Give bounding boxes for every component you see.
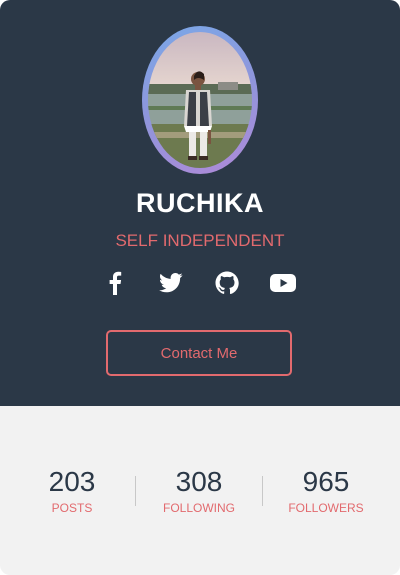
- profile-photo: [148, 32, 252, 168]
- stat-label: FOLLOWING: [162, 501, 235, 515]
- twitter-link[interactable]: [158, 270, 184, 296]
- youtube-link[interactable]: [270, 270, 296, 296]
- youtube-icon: [270, 274, 296, 292]
- facebook-icon: [108, 271, 122, 295]
- avatar: [142, 26, 258, 174]
- stat-following: 308 FOLLOWING: [134, 466, 264, 515]
- social-links: [0, 270, 400, 296]
- stat-label: POSTS: [51, 501, 93, 515]
- profile-stats: 203 POSTS 308 FOLLOWING 965 FOLLOWERS: [0, 406, 400, 575]
- profile-tagline: SELF INDEPENDENT: [115, 231, 285, 250]
- profile-name: RUCHIKA: [136, 188, 264, 218]
- github-icon: [215, 271, 239, 295]
- stat-followers: 965 FOLLOWERS: [261, 466, 391, 515]
- profile-header: RUCHIKA SELF INDEPENDENT Contact Me: [0, 0, 400, 406]
- stat-value: 965: [302, 466, 350, 497]
- contact-me-button[interactable]: Contact Me: [106, 330, 292, 376]
- twitter-icon: [159, 273, 183, 293]
- github-link[interactable]: [214, 270, 240, 296]
- stat-posts: 203 POSTS: [7, 466, 137, 515]
- profile-card: RUCHIKA SELF INDEPENDENT Contact Me 203 …: [0, 0, 400, 575]
- stat-value: 308: [175, 466, 223, 497]
- stat-value: 203: [48, 466, 96, 497]
- stat-label: FOLLOWERS: [288, 501, 364, 515]
- facebook-link[interactable]: [102, 270, 128, 296]
